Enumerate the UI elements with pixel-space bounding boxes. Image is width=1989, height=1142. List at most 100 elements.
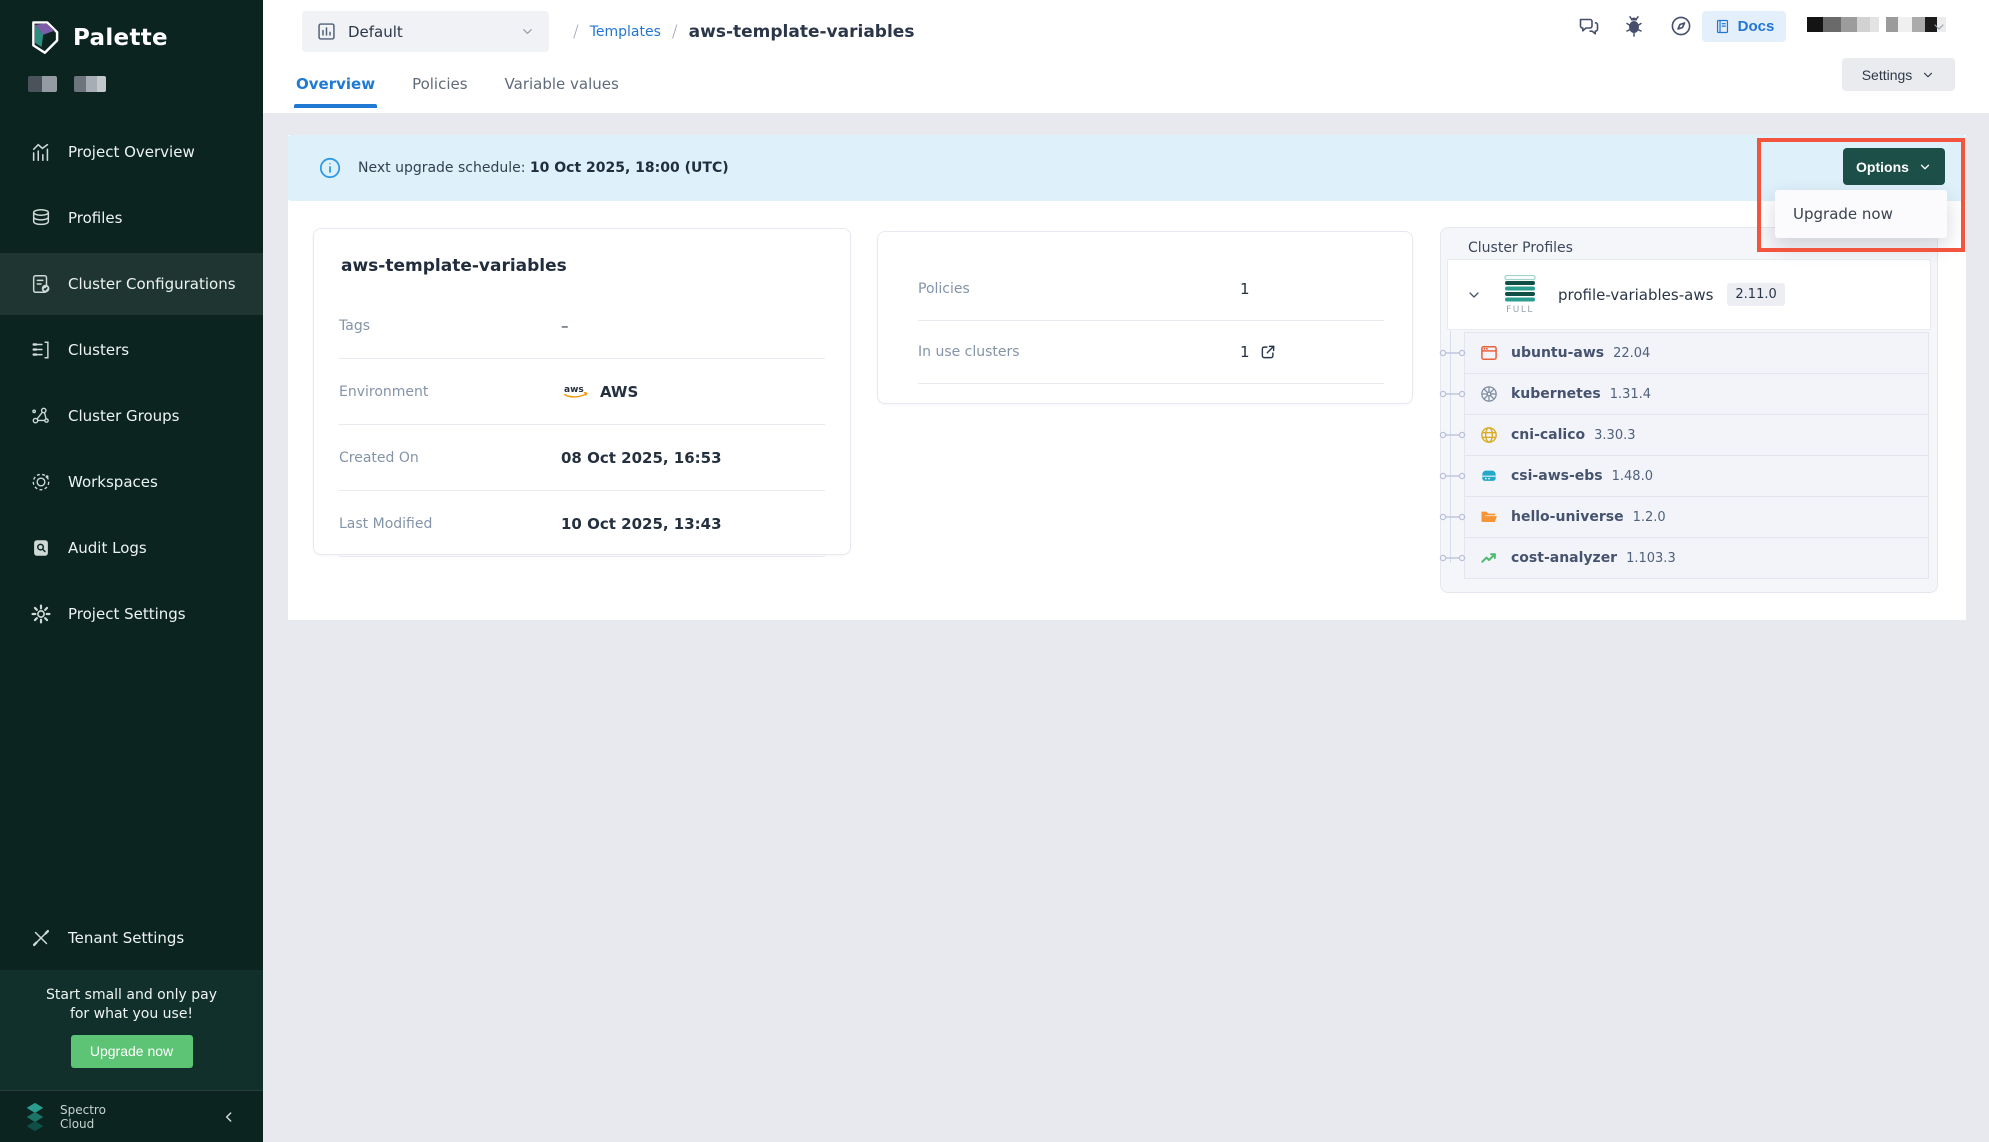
project-selector[interactable]: Default [302,11,549,52]
layer-tree-track [1450,331,1451,563]
row-value: 08 Oct 2025, 16:53 [561,449,722,467]
settings-button[interactable]: Settings [1842,58,1955,91]
options-dropdown-menu: Upgrade now [1775,190,1947,238]
project-chart-icon [316,21,337,42]
layer-row-hello-universe[interactable]: hello-universe 1.2.0 [1464,496,1929,538]
row-value: 1 [1240,343,1250,361]
row-label: Last Modified [339,516,432,532]
redacted-chip [28,76,57,92]
sidebar-item-label: Workspaces [68,473,158,491]
options-button-label: Options [1856,159,1909,175]
document-check-icon [30,273,52,295]
tools-icon [30,927,52,949]
compass-help-icon[interactable] [1669,14,1693,38]
options-button[interactable]: Options [1843,148,1945,185]
sidebar-item-label: Clusters [68,341,129,359]
aws-logo-icon: aws [561,382,591,402]
table-row-environment: Environment aws AWS [339,359,825,425]
spectro-cloud-logo-icon [20,1101,50,1133]
bug-report-icon[interactable] [1622,13,1646,37]
cluster-profile-row[interactable]: FULL profile-variables-aws 2.11.0 [1447,259,1931,330]
redacted-chip [74,76,106,92]
layer-row-kubernetes[interactable]: kubernetes 1.31.4 [1464,373,1929,415]
layer-name: cost-analyzer [1511,550,1617,566]
brand-logo: Palette [26,18,168,58]
sidebar-item-label: Tenant Settings [68,929,184,947]
layer-name: kubernetes [1511,386,1601,402]
trend-up-layer-icon [1479,548,1499,568]
sidebar: Palette Project Overview Profiles Cluste… [0,0,263,1142]
profile-name: profile-variables-aws [1558,286,1713,304]
overview-rows: Tags – Environment aws AWS Created On 08… [339,293,825,557]
settings-button-label: Settings [1862,67,1913,83]
sidebar-item-tenant-settings[interactable]: Tenant Settings [0,907,263,969]
profile-type-label: FULL [1498,305,1542,315]
layer-name: cni-calico [1511,427,1585,443]
redacted-username [1807,17,1879,32]
analytics-icon [30,141,52,163]
overview-sheet: Next upgrade schedule: 10 Oct 2025, 18:0… [288,135,1966,620]
row-value: – [561,317,569,335]
chat-feedback-icon[interactable] [1577,14,1601,38]
sidebar-footer: Spectro Cloud [0,1090,263,1142]
upgrade-promo: Start small and only pay for what you us… [0,970,263,1090]
layers-icon [30,207,52,229]
banner-message-prefix: Next upgrade schedule: [358,160,530,176]
row-label: In use clusters [918,344,1020,360]
tab-policies[interactable]: Policies [412,60,467,108]
footer-brand-line1: Spectro [60,1103,106,1117]
palette-logo-icon [26,18,62,58]
layer-row-csi-aws-ebs[interactable]: csi-aws-ebs 1.48.0 [1464,455,1929,497]
storage-layer-icon [1479,466,1499,486]
upgrade-schedule-banner: Next upgrade schedule: 10 Oct 2025, 18:0… [288,135,1966,201]
layer-name: hello-universe [1511,509,1624,525]
collapse-sidebar-icon[interactable] [221,1109,237,1125]
table-row-tags: Tags – [339,293,825,359]
tab-variable-values[interactable]: Variable values [505,60,619,108]
sidebar-item-audit-logs[interactable]: Audit Logs [0,517,263,579]
table-row-created-on: Created On 08 Oct 2025, 16:53 [339,425,825,491]
layer-version: 1.2.0 [1633,510,1666,525]
tree-connector-icon [1439,470,1467,482]
sidebar-nav: Project Overview Profiles Cluster Config… [0,121,263,649]
layer-row-ubuntu-aws[interactable]: ubuntu-aws 22.04 [1464,332,1929,374]
sidebar-item-workspaces[interactable]: Workspaces [0,451,263,513]
sidebar-item-project-overview[interactable]: Project Overview [0,121,263,183]
row-label: Environment [339,384,428,400]
table-row-policies: Policies 1 [918,258,1384,321]
sidebar-item-label: Cluster Configurations [68,275,236,293]
menu-item-upgrade-now[interactable]: Upgrade now [1775,190,1947,238]
sidebar-item-profiles[interactable]: Profiles [0,187,263,249]
os-layer-icon [1479,343,1499,363]
tab-bar: Overview Policies Variable values [296,60,619,108]
sidebar-item-cluster-configurations[interactable]: Cluster Configurations [0,253,263,315]
layer-row-cni-calico[interactable]: cni-calico 3.30.3 [1464,414,1929,456]
usage-rows: Policies 1 In use clusters 1 [918,258,1384,384]
tree-connector-icon [1439,511,1467,523]
template-overview-card: aws-template-variables Tags – Environmen… [313,228,851,555]
breadcrumb-slash: / [573,22,579,42]
server-list-icon [30,339,52,361]
docs-button[interactable]: Docs [1702,11,1786,42]
chevron-down-icon [1921,68,1935,82]
user-menu[interactable] [1807,17,1946,32]
user-menu-chevron-icon[interactable] [1931,19,1947,35]
info-icon [318,156,342,180]
breadcrumb-link-templates[interactable]: Templates [590,24,661,40]
tab-overview[interactable]: Overview [296,60,375,108]
upgrade-now-button[interactable]: Upgrade now [71,1035,193,1068]
spectro-cloud-wordmark: Spectro Cloud [60,1103,106,1131]
usage-card: Policies 1 In use clusters 1 [877,231,1413,404]
sidebar-item-project-settings[interactable]: Project Settings [0,583,263,645]
layer-name: csi-aws-ebs [1511,468,1603,484]
project-selector-value: Default [348,23,403,41]
sidebar-item-clusters[interactable]: Clusters [0,319,263,381]
row-label: Tags [339,318,370,334]
external-link-icon[interactable] [1259,343,1277,361]
sidebar-item-label: Profiles [68,209,122,227]
chevron-down-icon[interactable] [1466,287,1482,303]
sidebar-item-cluster-groups[interactable]: Cluster Groups [0,385,263,447]
layer-row-cost-analyzer[interactable]: cost-analyzer 1.103.3 [1464,537,1929,579]
folder-layer-icon [1479,507,1499,527]
nodes-icon [30,405,52,427]
